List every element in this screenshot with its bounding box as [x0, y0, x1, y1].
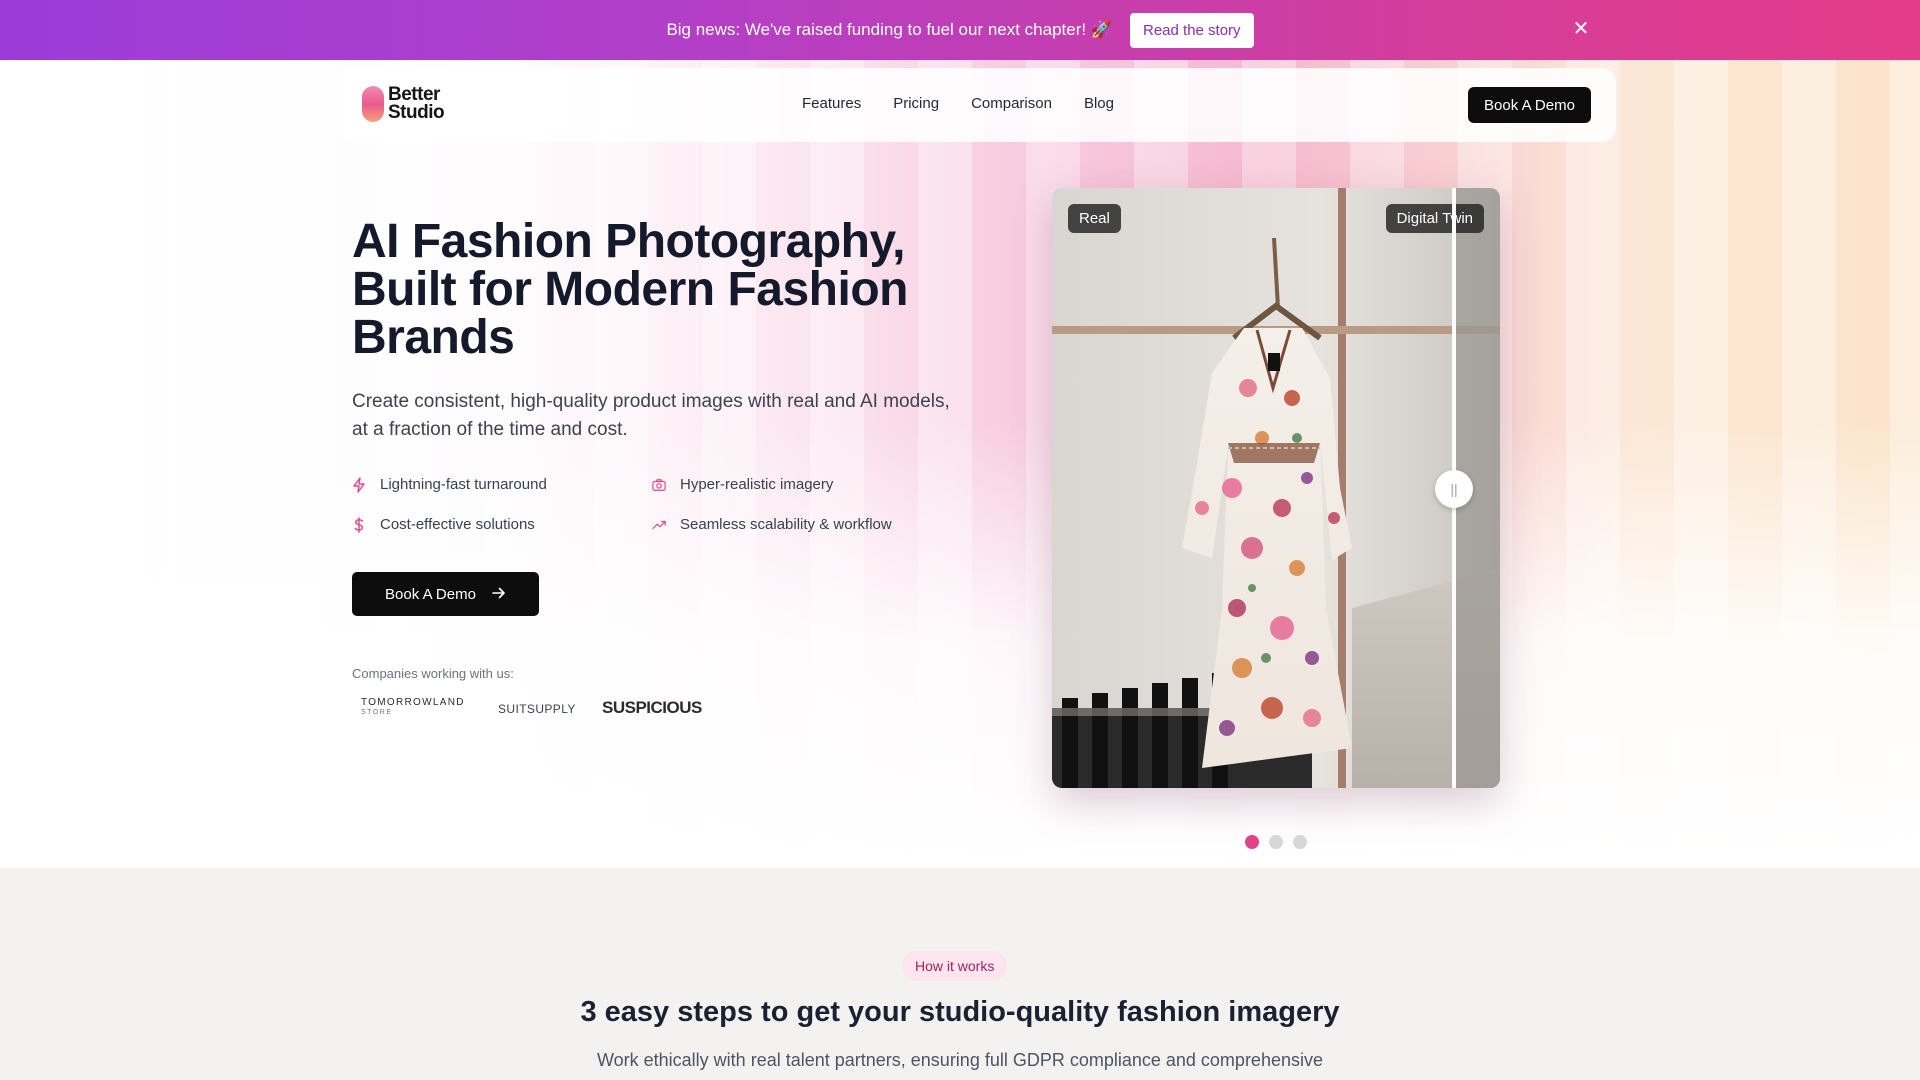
dress-photo — [1052, 188, 1500, 788]
hero-subhead: Create consistent, high-quality product … — [352, 391, 950, 440]
drag-handle-icon: || — [1450, 481, 1458, 497]
dollar-icon — [352, 516, 366, 533]
carousel-dots — [1245, 835, 1307, 849]
brand-logo-suitsupply: SUITSUPPLY — [498, 702, 576, 716]
hero-headline: AI Fashion Photography, Built for Modern… — [352, 215, 908, 364]
feature-item: Seamless scalability & workflow — [652, 516, 892, 533]
before-after-comparison[interactable]: Real Digital Twin || — [1052, 188, 1500, 788]
nav-link-features[interactable]: Features — [802, 95, 861, 112]
nav-link-blog[interactable]: Blog — [1084, 95, 1114, 112]
feature-item: Cost-effective solutions — [352, 516, 535, 533]
brand-logo-suspicious: SUSPICIOUS — [602, 698, 702, 717]
logo-text: Better Studio — [388, 84, 445, 123]
nav-book-demo-button[interactable]: Book A Demo — [1468, 87, 1591, 123]
hero-section — [0, 60, 1920, 868]
digital-twin-tag: Digital Twin — [1385, 204, 1484, 233]
nav-links: Features Pricing Comparison Blog — [802, 95, 1114, 112]
announcement-message: Big news: We've raised funding to fuel o… — [666, 20, 1112, 39]
how-it-works-badge: How it works — [902, 951, 1008, 981]
how-it-works-subtitle: Work ethically with real talent partners… — [596, 1050, 1323, 1070]
companies-label: Companies working with us: — [352, 666, 514, 681]
lightning-icon — [352, 476, 366, 493]
logo-mark-icon — [362, 86, 384, 122]
brand-logo-tomorrowland: TOMORROWLAND STORE — [361, 697, 465, 717]
arrow-right-icon — [492, 586, 506, 603]
hero-book-demo-button[interactable]: Book A Demo — [352, 572, 539, 616]
navbar: Better Studio Features Pricing Compariso… — [338, 68, 1616, 142]
announcement-bar: Big news: We've raised funding to fuel o… — [0, 0, 1920, 60]
nav-link-comparison[interactable]: Comparison — [971, 95, 1052, 112]
feature-item: Lightning-fast turnaround — [352, 476, 547, 493]
trending-up-icon — [652, 518, 666, 532]
how-it-works-title: 3 easy steps to get your studio-quality … — [580, 996, 1340, 1028]
real-tag: Real — [1068, 204, 1121, 233]
carousel-dot[interactable] — [1245, 835, 1259, 849]
close-icon[interactable]: ✕ — [1570, 18, 1592, 40]
camera-icon — [652, 478, 666, 492]
comparison-slider-handle[interactable]: || — [1435, 470, 1473, 508]
feature-item: Hyper-realistic imagery — [652, 476, 833, 493]
carousel-dot[interactable] — [1269, 835, 1283, 849]
read-story-button[interactable]: Read the story — [1130, 12, 1254, 48]
nav-link-pricing[interactable]: Pricing — [893, 95, 939, 112]
carousel-dot[interactable] — [1293, 835, 1307, 849]
logo[interactable]: Better Studio — [362, 84, 445, 123]
